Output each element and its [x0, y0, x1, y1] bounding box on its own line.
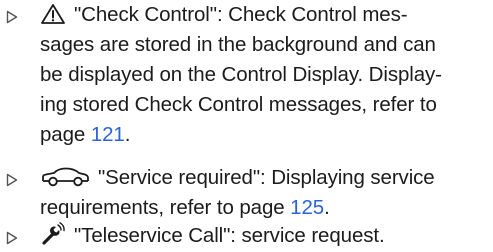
text-line: be displayed on the Control Display. Dis… [40, 63, 442, 86]
list-item-text: "Service required": Displaying service r… [40, 163, 488, 223]
feature-list: "Check Control": Check Control mes- sage… [0, 0, 493, 252]
text-line: sages are stored in the background and c… [40, 33, 436, 56]
bullet-triangle-icon [6, 10, 18, 24]
wrench-signal-icon [42, 222, 65, 245]
text-line: "Service required": Displaying service [98, 166, 435, 189]
text-line: requirements, refer to page [40, 196, 291, 219]
bullet-triangle-icon [6, 173, 18, 187]
text-line: . [324, 196, 330, 219]
list-item-text: "Teleservice Call": service request. [40, 221, 488, 251]
text-line: . [124, 123, 131, 146]
text-line: "Teleservice Call": service request. [74, 224, 385, 247]
bullet-triangle-icon [6, 231, 18, 245]
warning-triangle-icon [41, 4, 65, 24]
text-line: ing stored Check Control messages, refer… [40, 93, 437, 116]
car-service-icon [42, 167, 89, 187]
page-reference-link[interactable]: 125 [290, 196, 324, 219]
page-reference-link[interactable]: 121 [91, 123, 125, 146]
text-line: page [40, 123, 91, 146]
text-line: "Check Control": Check Control mes- [74, 3, 408, 26]
list-item-text: "Check Control": Check Control mes- sage… [40, 0, 488, 150]
